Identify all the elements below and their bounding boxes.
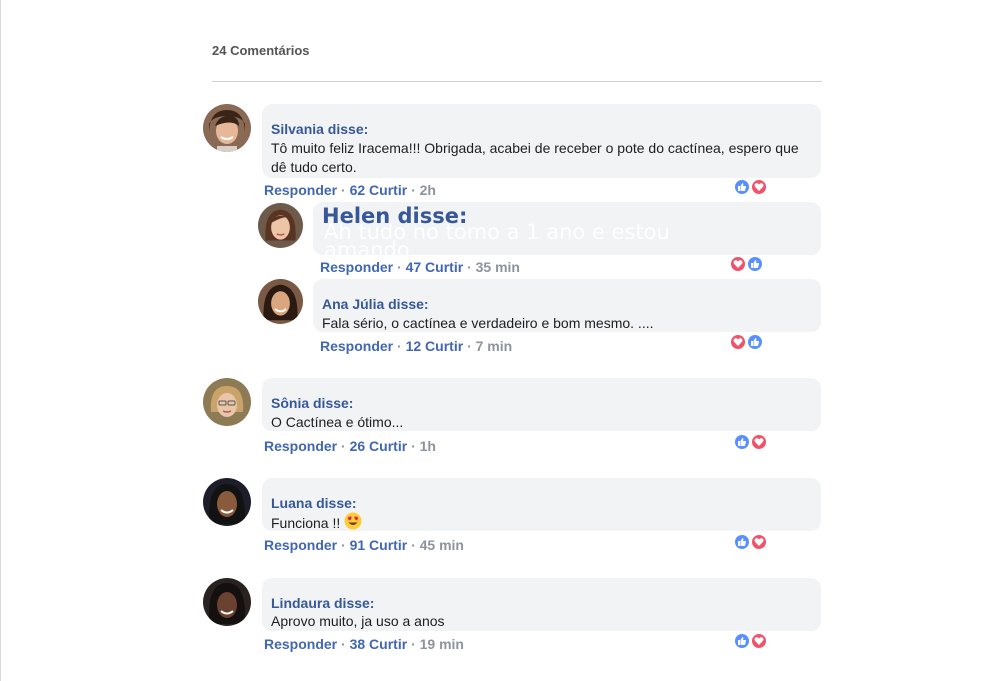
comment-author[interactable]: Sônia disse:	[271, 395, 353, 411]
like-count[interactable]: 38	[350, 636, 366, 652]
separator: ·	[411, 182, 416, 198]
avatar[interactable]	[203, 378, 251, 426]
comment-text: Tô muito feliz Iracema!!! Obrigada, acab…	[271, 140, 799, 175]
like-icon	[734, 179, 750, 195]
avatar[interactable]	[203, 578, 251, 626]
comment-author[interactable]: Ana Júlia disse:	[322, 296, 429, 312]
comment-actions: Responder · 91 Curtir · 45 min	[264, 537, 464, 553]
timestamp: 1h	[419, 438, 436, 454]
separator: ·	[467, 338, 472, 354]
like-icon	[734, 633, 750, 649]
avatar[interactable]	[203, 104, 251, 152]
like-link[interactable]: Curtir	[369, 636, 407, 652]
comment-actions: Responder · 12 Curtir · 7 min	[320, 338, 512, 354]
reply-link[interactable]: Responder	[264, 182, 337, 198]
love-icon	[730, 334, 746, 350]
reactions[interactable]	[734, 534, 768, 550]
like-link[interactable]: Curtir	[369, 438, 407, 454]
avatar[interactable]	[258, 279, 303, 324]
like-count[interactable]: 26	[350, 438, 366, 454]
timestamp: 45 min	[419, 537, 464, 553]
separator: ·	[411, 438, 416, 454]
timestamp: 19 min	[419, 636, 464, 652]
love-icon	[751, 179, 767, 195]
reactions[interactable]	[730, 256, 764, 272]
comment-actions: Responder · 62 Curtir · 2h	[264, 182, 436, 198]
love-icon	[751, 434, 767, 450]
comment-text: Ah tudo no tomo a 1 ano e estou amando	[324, 220, 670, 262]
divider	[212, 81, 822, 82]
love-icon	[751, 534, 767, 550]
reply-link[interactable]: Responder	[264, 438, 337, 454]
comment-text: Aprovo muito, ja uso a anos	[271, 613, 445, 629]
avatar[interactable]	[203, 478, 251, 526]
separator: ·	[397, 259, 402, 275]
comment-text: Fala sério, o cactínea e verdadeiro e bo…	[322, 315, 654, 331]
separator: ·	[411, 537, 416, 553]
reactions[interactable]	[734, 633, 768, 649]
like-link[interactable]: Curtir	[425, 338, 463, 354]
like-icon	[734, 534, 750, 550]
reactions[interactable]	[730, 334, 764, 350]
avatar[interactable]	[258, 203, 303, 248]
timestamp: 7 min	[475, 338, 513, 354]
separator: ·	[341, 438, 346, 454]
reactions[interactable]	[734, 434, 768, 450]
separator: ·	[341, 636, 346, 652]
comment-actions: Responder · 38 Curtir · 19 min	[264, 636, 464, 652]
comment-text: O Cactínea e ótimo...	[271, 414, 404, 430]
comment-text: Funciona !!	[271, 515, 341, 531]
heart-eyes-emoji	[344, 512, 362, 535]
comment-actions: Responder · 47 Curtir · 35 min	[320, 259, 520, 275]
like-count[interactable]: 62	[350, 182, 366, 198]
comment-author[interactable]: Luana disse:	[271, 495, 357, 511]
love-icon	[751, 633, 767, 649]
comment-author[interactable]: Silvania disse:	[271, 121, 368, 137]
like-icon	[747, 334, 763, 350]
comment-author[interactable]: Lindaura disse:	[271, 595, 374, 611]
like-link[interactable]: Curtir	[369, 182, 407, 198]
like-icon	[734, 434, 750, 450]
love-icon	[730, 256, 746, 272]
separator: ·	[397, 338, 402, 354]
like-count[interactable]: 12	[406, 338, 422, 354]
reply-link[interactable]: Responder	[264, 636, 337, 652]
reply-link[interactable]: Responder	[320, 259, 393, 275]
separator: ·	[341, 182, 346, 198]
like-count[interactable]: 47	[406, 259, 422, 275]
reply-link[interactable]: Responder	[320, 338, 393, 354]
like-link[interactable]: Curtir	[369, 537, 407, 553]
reactions[interactable]	[734, 179, 768, 195]
separator: ·	[467, 259, 472, 275]
timestamp: 2h	[419, 182, 436, 198]
frame-border	[0, 0, 1, 681]
separator: ·	[411, 636, 416, 652]
like-icon	[747, 256, 763, 272]
like-count[interactable]: 91	[350, 537, 366, 553]
comment-actions: Responder · 26 Curtir · 1h	[264, 438, 436, 454]
timestamp: 35 min	[475, 259, 520, 275]
reply-link[interactable]: Responder	[264, 537, 337, 553]
like-link[interactable]: Curtir	[425, 259, 463, 275]
separator: ·	[341, 537, 346, 553]
comments-count: 24 Comentários	[212, 43, 310, 58]
comment-text-row: Funciona !!	[271, 512, 811, 535]
